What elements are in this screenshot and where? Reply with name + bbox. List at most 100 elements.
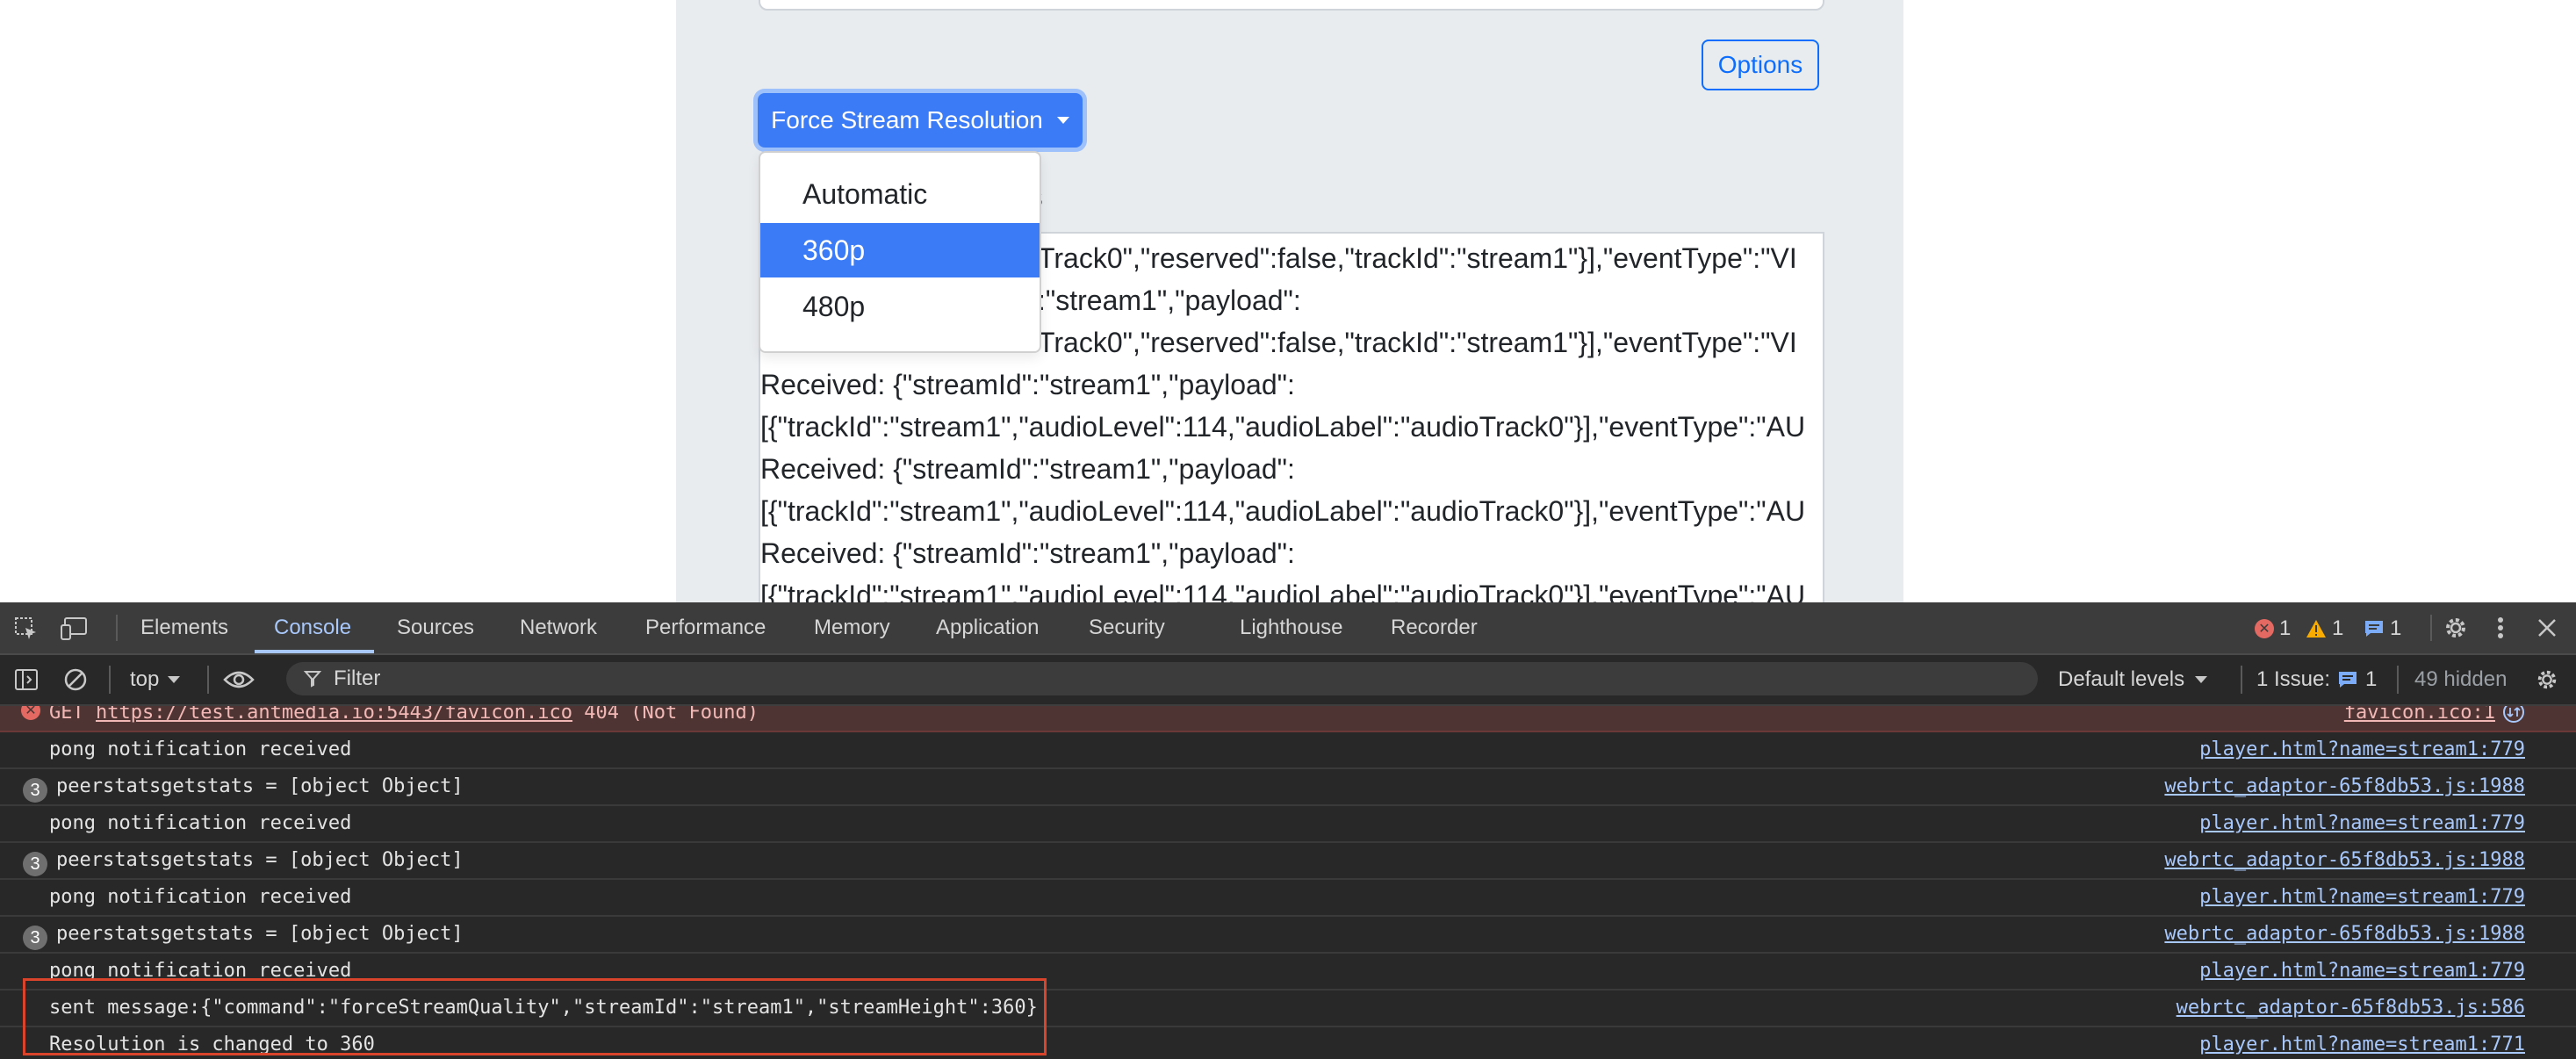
console-row-grouped: 3 peerstatsgetstats = [object Object] we…: [0, 917, 2576, 954]
log-line: [{"trackId":"stream1","audioLevel":114,"…: [760, 411, 1806, 443]
console-message: peerstatsgetstats = [object Object]: [56, 923, 464, 945]
toolbar-divider: [2397, 666, 2399, 694]
tab-application[interactable]: Application: [936, 602, 1039, 653]
console-message: pong notification received: [49, 738, 352, 760]
tab-divider: [116, 615, 118, 641]
inspect-element-icon[interactable]: [12, 615, 40, 643]
error-counter[interactable]: ✕ 1: [2255, 616, 2291, 641]
console-source-link[interactable]: webrtc_adaptor-65f8db53.js:1988: [2164, 849, 2525, 871]
text-input-top[interactable]: [759, 0, 1824, 11]
log-line: [{"trackId":"stream1","audioLevel":114,"…: [760, 495, 1806, 527]
console-message: peerstatsgetstats = [object Object]: [56, 849, 464, 871]
message-counter[interactable]: 1: [2364, 616, 2401, 641]
force-stream-resolution-button[interactable]: Force Stream Resolution: [758, 93, 1083, 148]
console-source-link[interactable]: webrtc_adaptor-65f8db53.js:1988: [2164, 775, 2525, 797]
clear-console-icon[interactable]: [61, 666, 90, 694]
page-content: Options Force Stream Resolution es Track…: [676, 0, 1903, 602]
filter-icon: [304, 671, 321, 688]
log-line: :"stream1","payload":: [1038, 285, 1301, 316]
console-source-link[interactable]: player.html?name=stream1:779: [2199, 738, 2525, 760]
log-line: Received: {"streamId":"stream1","payload…: [760, 537, 1295, 569]
chevron-down-icon: [2195, 676, 2208, 683]
settings-gear-icon[interactable]: [2441, 613, 2471, 643]
toolbar-divider: [2241, 666, 2242, 694]
log-levels-label: Default levels: [2058, 667, 2185, 691]
console-settings-gear-icon[interactable]: [2532, 666, 2562, 694]
message-count: 1: [2390, 616, 2402, 640]
repeat-count-badge: 3: [23, 778, 47, 803]
warning-counter[interactable]: 1: [2306, 616, 2343, 641]
active-tab-indicator: [255, 650, 374, 653]
console-message-link[interactable]: https://test.antmedia.io:5443/favicon.ic…: [96, 706, 572, 724]
tab-network[interactable]: Network: [520, 602, 597, 653]
repeat-count-badge: 3: [23, 852, 47, 876]
issues-button[interactable]: 1 Issue: 1: [2256, 664, 2377, 695]
log-levels-dropdown[interactable]: Default levels: [2058, 664, 2208, 695]
network-request-icon[interactable]: [2502, 706, 2525, 724]
issue-message-icon: [2339, 672, 2357, 688]
console-toolbar: top Filter Default levels 1 Issue: 1 49 …: [0, 655, 2576, 706]
console-message-prefix: GET: [49, 706, 96, 724]
context-selector[interactable]: top: [130, 664, 181, 695]
console-source-link[interactable]: webrtc_adaptor-65f8db53.js:1988: [2164, 923, 2525, 945]
resolution-dropdown-menu: Automatic 360p 480p: [759, 151, 1041, 353]
tab-console[interactable]: Console: [274, 602, 351, 653]
issues-label: 1 Issue:: [2256, 667, 2331, 691]
log-line: [{"trackId":"stream1","audioLevel":114,"…: [760, 580, 1806, 602]
console-source-link[interactable]: favicon.ico:1: [2344, 706, 2495, 724]
hidden-messages-count: 49 hidden: [2414, 667, 2508, 691]
dropdown-item-automatic[interactable]: Automatic: [760, 167, 1040, 221]
console-filter-input[interactable]: Filter: [286, 662, 2038, 695]
message-icon: [2365, 621, 2383, 637]
tab-performance[interactable]: Performance: [645, 602, 766, 653]
console-message: peerstatsgetstats = [object Object]: [56, 775, 464, 797]
tab-sources[interactable]: Sources: [397, 602, 474, 653]
console-row-error: ✕ GET https://test.antmedia.io:5443/favi…: [0, 706, 2576, 732]
tab-recorder[interactable]: Recorder: [1391, 602, 1478, 653]
context-label: top: [130, 667, 160, 691]
highlight-annotation-box: [23, 978, 1047, 1055]
console-row-grouped: 3 peerstatsgetstats = [object Object] we…: [0, 769, 2576, 806]
warning-icon: [2306, 620, 2326, 638]
device-toolbar-icon[interactable]: [60, 615, 91, 643]
error-icon: ✕: [21, 706, 40, 720]
log-line: Track0","reserved":false,"trackId":"stre…: [1038, 242, 1797, 274]
error-count: 1: [2279, 616, 2292, 640]
console-source-link[interactable]: player.html?name=stream1:779: [2199, 886, 2525, 908]
dropdown-item-480p[interactable]: 480p: [760, 279, 1040, 334]
tab-memory[interactable]: Memory: [814, 602, 890, 653]
force-stream-resolution-label: Force Stream Resolution: [771, 106, 1043, 133]
filter-placeholder: Filter: [334, 666, 381, 690]
error-icon: ✕: [2255, 619, 2274, 638]
chevron-down-icon: [168, 676, 181, 683]
caret-down-icon: [1056, 117, 1069, 124]
warning-count: 1: [2332, 616, 2344, 640]
console-source-link[interactable]: webrtc_adaptor-65f8db53.js:586: [2177, 997, 2525, 1019]
console-row-grouped: 3 peerstatsgetstats = [object Object] we…: [0, 843, 2576, 880]
tab-divider: [2430, 615, 2432, 641]
sidebar-toggle-icon[interactable]: [12, 666, 40, 694]
tab-lighthouse[interactable]: Lighthouse: [1240, 602, 1342, 653]
log-line: Received: {"streamId":"stream1","payload…: [760, 369, 1295, 400]
console-source-link[interactable]: player.html?name=stream1:779: [2199, 812, 2525, 834]
console-source-link[interactable]: player.html?name=stream1:779: [2199, 960, 2525, 982]
console-row: pong notification received player.html?n…: [0, 880, 2576, 917]
console-row: pong notification received player.html?n…: [0, 732, 2576, 769]
console-message: pong notification received: [49, 886, 352, 908]
console-row: pong notification received player.html?n…: [0, 806, 2576, 843]
close-devtools-icon[interactable]: [2532, 613, 2562, 643]
issues-count: 1: [2365, 667, 2378, 691]
console-source-link[interactable]: player.html?name=stream1:771: [2199, 1034, 2525, 1055]
dropdown-item-360p[interactable]: 360p: [760, 223, 1040, 277]
tab-security[interactable]: Security: [1089, 602, 1165, 653]
console-message: GET https://test.antmedia.io:5443/favico…: [49, 706, 759, 724]
toolbar-divider: [207, 666, 209, 694]
devtools-tab-bar: Elements Console Sources Network Perform…: [0, 602, 2576, 655]
console-message: pong notification received: [49, 812, 352, 834]
repeat-count-badge: 3: [23, 926, 47, 950]
live-expression-eye-icon[interactable]: [221, 666, 256, 694]
more-options-icon[interactable]: [2490, 613, 2511, 643]
options-button[interactable]: Options: [1702, 40, 1819, 90]
tab-elements[interactable]: Elements: [140, 602, 228, 653]
log-line: Track0","reserved":false,"trackId":"stre…: [1038, 327, 1797, 358]
